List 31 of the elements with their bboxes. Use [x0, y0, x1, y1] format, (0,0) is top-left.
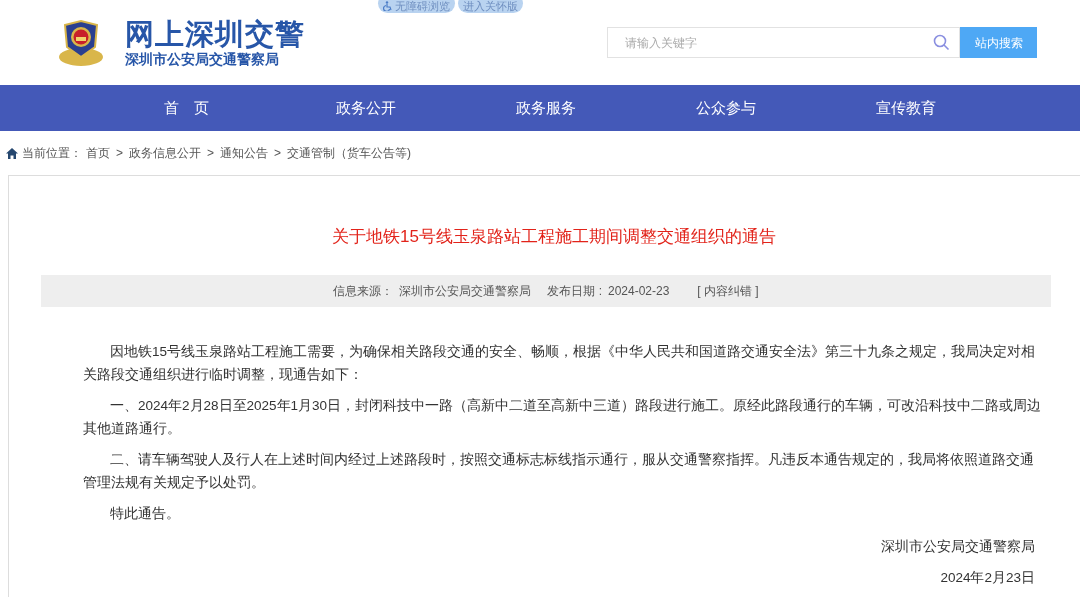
breadcrumb-separator: >: [273, 145, 283, 162]
article-paragraph: 特此通告。: [109, 504, 181, 523]
signature: 深圳市公安局交通警察局: [880, 537, 1036, 556]
article-paragraph: 因地铁15号线玉泉路站工程施工需要，为确保相关路段交通的安全、畅顺，根据《中华人民共和国道路交通安全法》第三十九条之规定，我局决定对相关路段交通组织进行临时调整，现通告如下：: [83, 342, 1037, 384]
nav-item[interactable]: 政务公开: [276, 85, 456, 131]
breadcrumb-separator: >: [115, 145, 124, 162]
date-label: 发布日期 :: [547, 282, 602, 300]
source-value: 深圳市公安局交通警察局: [399, 282, 532, 300]
breadcrumb-link[interactable]: 政务信息公开: [129, 144, 201, 162]
article-paragraph: 二、请车辆驾驶人及行人在上述时间内经过上述路段时，按照交通标志标线指示通行，服从交通警察指挥。凡违反本通告规定的，我局将依照道路交通管理法规有关规定予以处罚。: [83, 450, 1035, 492]
nav-item[interactable]: 公众参与: [636, 85, 816, 131]
article-title: 关于地铁15号线玉泉路站工程施工期间调整交通组织的通告: [331, 226, 777, 248]
signature-date: 2024年2月23日: [939, 568, 1036, 587]
source-label: 信息来源：: [333, 282, 394, 300]
nav-item[interactable]: 首 页: [96, 85, 276, 131]
date-value: 2024-02-23: [607, 282, 670, 300]
site-title: 网上深圳交警: [125, 17, 305, 50]
search-field[interactable]: 请输入关键字: [607, 27, 960, 58]
breadcrumb-link[interactable]: 通知公告: [220, 144, 269, 162]
wheelchair-icon: [383, 1, 393, 11]
article-paragraph: 一、2024年2月28日至2025年1月30日，封闭科技中一路（高新中二道至高新中三道）路段进行施工。原经此路段通行的车辆，可改沿科技中二路或周边其他道路通行。: [83, 396, 1043, 438]
nav-item[interactable]: 宣传教育: [816, 85, 996, 131]
home-icon: [6, 147, 18, 159]
breadcrumb-link[interactable]: 交通管制（货车公告等): [287, 144, 412, 162]
breadcrumb-separator: >: [206, 145, 216, 162]
report-error-link[interactable]: [ 内容纠错 ]: [697, 281, 759, 300]
search-icon: [933, 34, 950, 51]
breadcrumb-label: 当前位置：: [22, 145, 82, 162]
breadcrumb-link[interactable]: 首页: [86, 144, 110, 162]
site-subtitle: 深圳市公安局交通警察局: [125, 49, 280, 68]
nav-item[interactable]: 政务服务: [456, 85, 636, 131]
